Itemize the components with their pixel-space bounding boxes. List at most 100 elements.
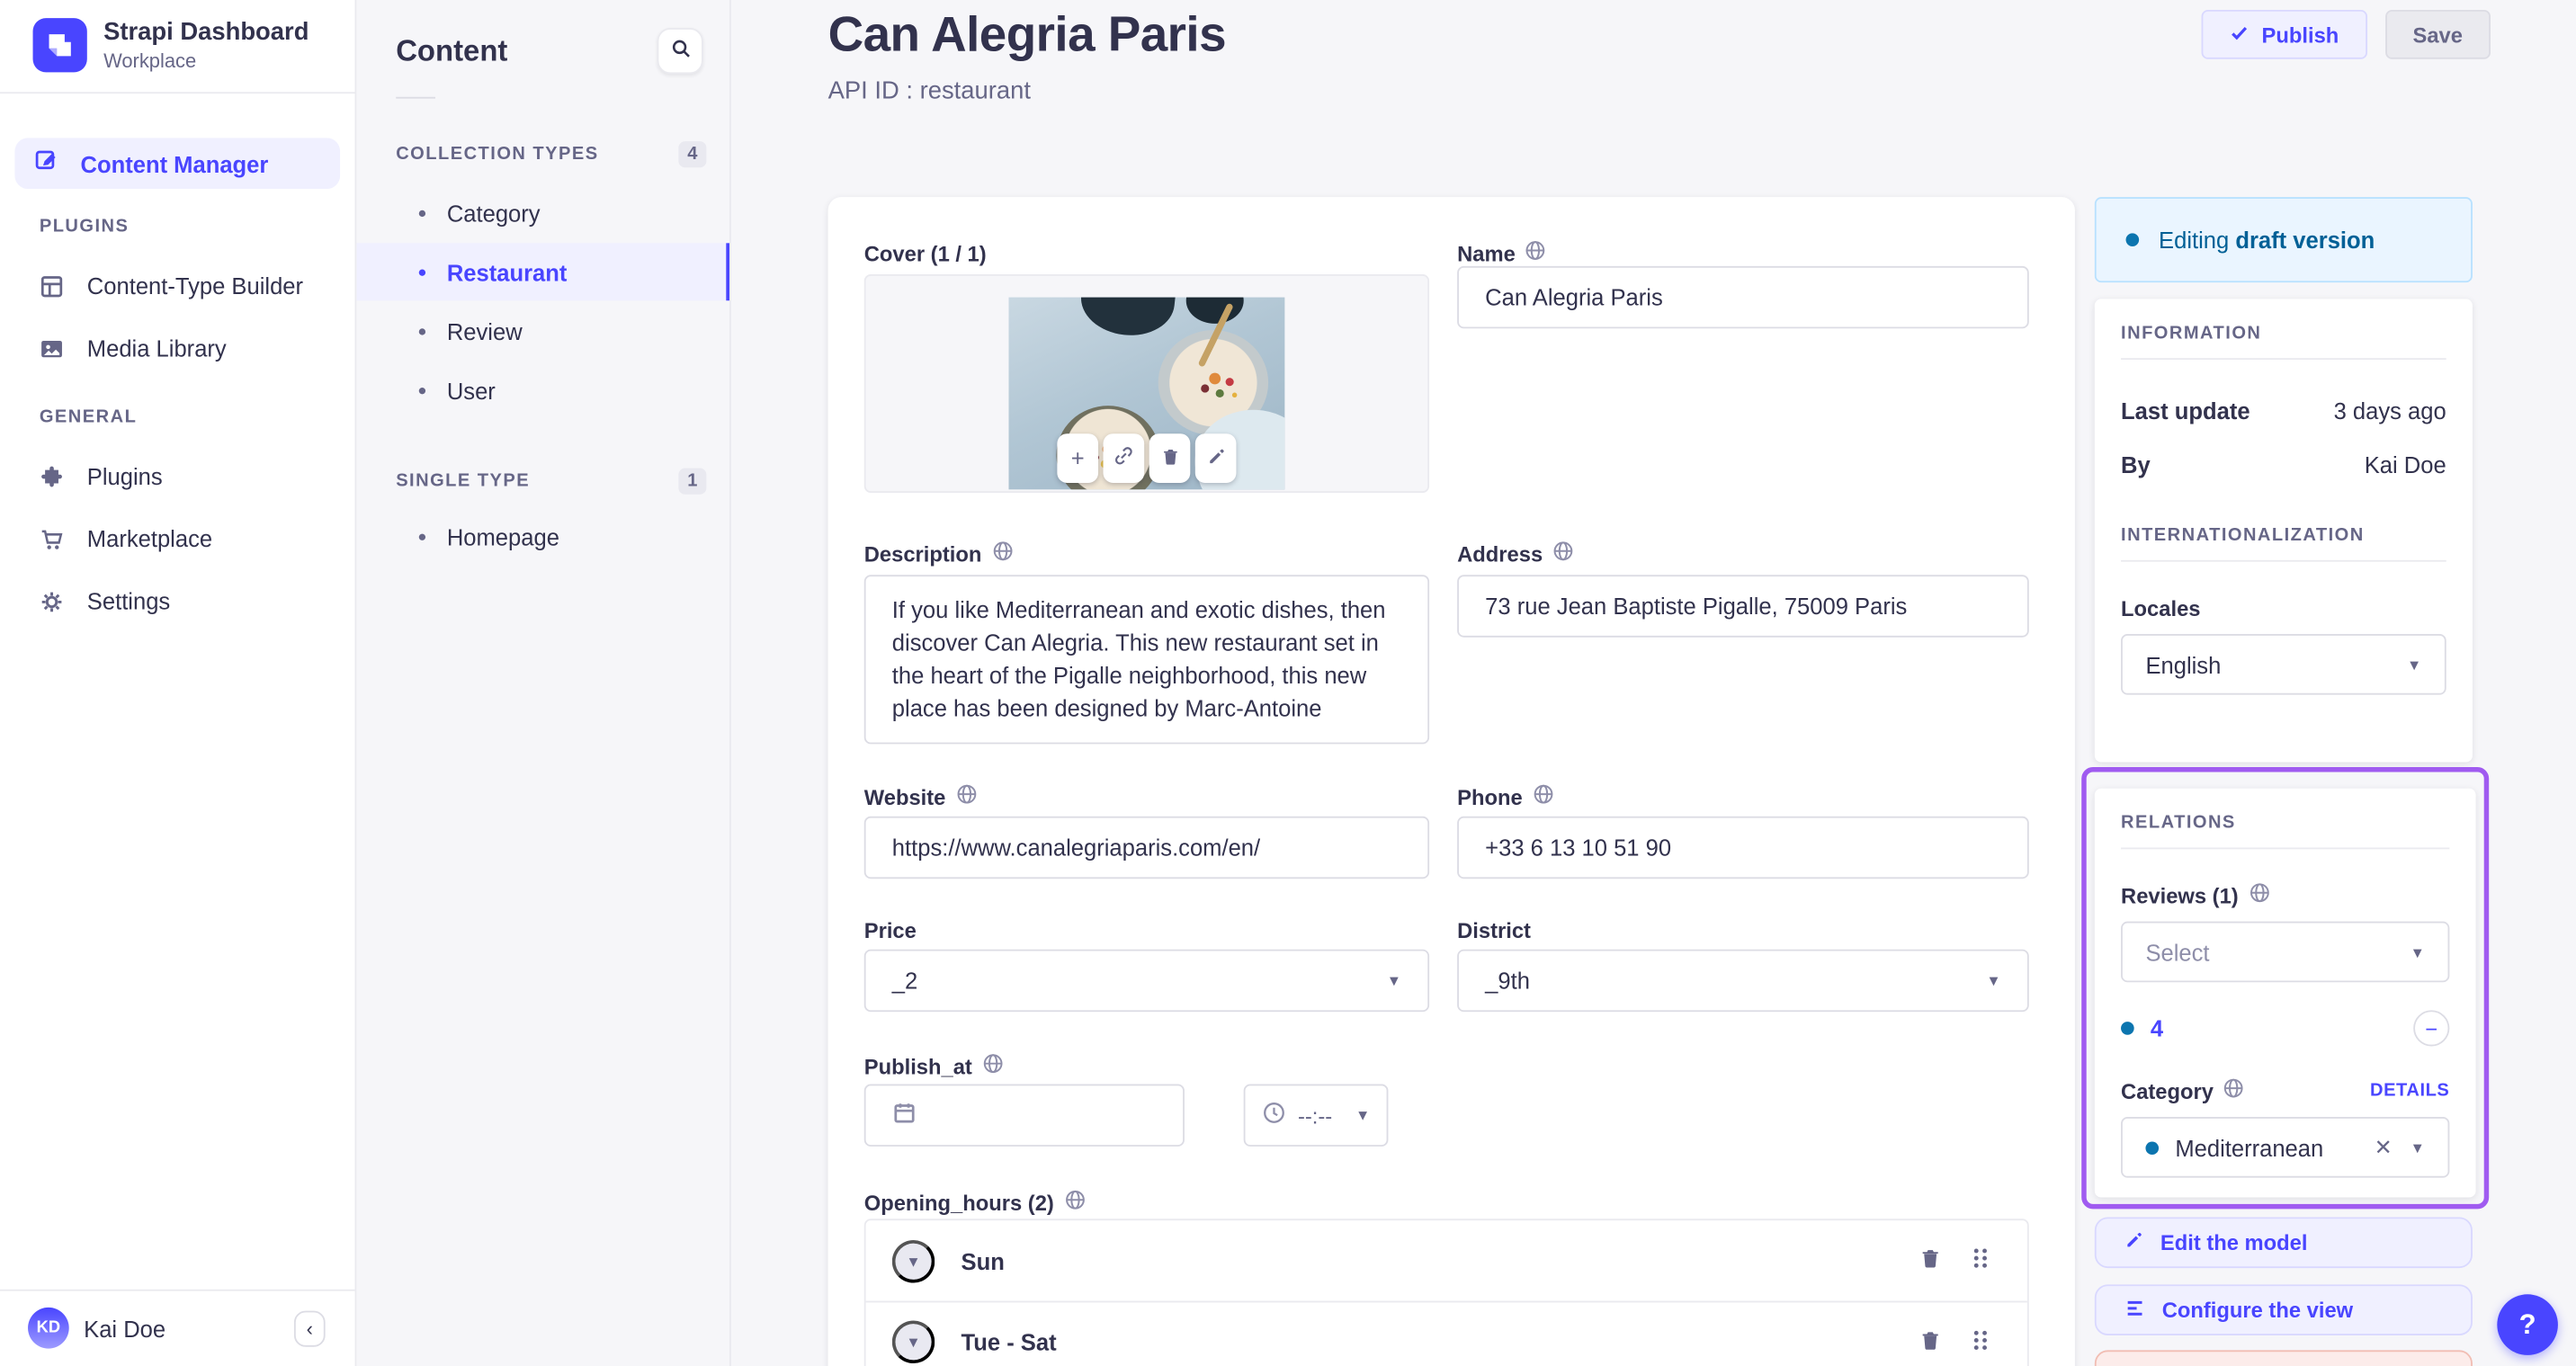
configure-view-button[interactable]: Configure the view [2094,1284,2473,1335]
main-navigation: Strapi Dashboard Workplace Content Manag… [0,0,357,1366]
close-icon[interactable]: ✕ [2375,1134,2393,1160]
subnav-item-homepage[interactable]: Homepage [356,507,729,565]
brand-workspace: Workplace [103,49,197,73]
single-type-label: SINGLE TYPE [396,471,531,492]
relations-title: RELATIONS [2121,813,2236,834]
price-select[interactable]: _2 ▼ [863,949,1430,1013]
save-button[interactable]: Save [2384,9,2491,59]
details-link[interactable]: DETAILS [2370,1081,2449,1101]
district-field-label: District [1457,918,1531,943]
sidebar-item-marketplace[interactable]: Marketplace [38,525,355,552]
website-input[interactable]: https://www.canalegriaparis.com/en/ [863,816,1430,879]
minus-icon: − [2425,1015,2438,1041]
help-button[interactable]: ? [2497,1294,2558,1355]
delete-row-button[interactable] [1919,1328,1942,1356]
globe-icon [982,1053,1004,1079]
sidebar-item-media-library[interactable]: Media Library [38,335,355,362]
publish-at-field-label: Publish_at [864,1053,1004,1079]
subnav-item-user[interactable]: User [356,362,729,419]
opening-hours-row-tue-sat[interactable]: ▼ Tue - Sat [865,1300,2027,1366]
layout-icon [38,273,64,298]
cover-image-detail [1185,297,1244,325]
price-field-label: Price [863,918,917,943]
sidebar-item-plugins[interactable]: Plugins [38,463,355,489]
category-field-label: Category [2121,1077,2245,1103]
puzzle-icon [38,464,64,488]
question-mark-icon: ? [2518,1308,2536,1340]
api-id-subtitle: API ID : restaurant [827,76,1031,105]
bullet-icon [418,268,426,275]
information-title: INFORMATION [2121,323,2262,344]
cover-image-detail [1077,297,1178,341]
publish-date-input[interactable] [863,1084,1185,1147]
divider [2121,358,2446,361]
last-update-row: Last update 3 days ago [2121,397,2446,424]
search-button[interactable] [657,28,703,75]
reviews-select[interactable]: Select ▼ [2121,921,2450,983]
media-icon [38,336,64,361]
phone-input[interactable]: +33 6 13 10 51 90 [1457,816,2029,879]
chevron-down-icon: ▼ [1355,1107,1371,1124]
collapse-sidebar-button[interactable]: ‹ [293,1309,326,1347]
address-input[interactable]: 73 rue Jean Baptiste Pigalle, 75009 Pari… [1457,575,2029,638]
publish-button[interactable]: Publish [2200,9,2367,59]
edit-media-button[interactable] [1194,433,1237,483]
locales-label: Locales [2121,596,2201,621]
delete-media-button[interactable] [1149,433,1191,483]
delete-entry-button[interactable] [2094,1350,2473,1366]
check-icon [2229,22,2249,47]
globe-icon [955,783,977,809]
review-relation-link[interactable]: 4 [2151,1015,2163,1041]
divider [0,92,355,94]
opening-hours-row-sun[interactable]: ▼ Sun [866,1220,2027,1301]
bullet-icon [418,532,426,540]
pencil-icon [2124,1230,2144,1254]
edit-model-button[interactable]: Edit the model [2094,1217,2473,1269]
district-select[interactable]: _9th ▼ [1457,949,2029,1013]
collection-types-label: COLLECTION TYPES [396,144,599,165]
subnav-item-restaurant[interactable]: Restaurant [356,243,729,301]
add-media-button[interactable]: + [1057,433,1099,483]
gear-icon [38,589,64,613]
chevron-down-icon: ▼ [1386,972,1402,989]
subnav-item-category[interactable]: Category [356,184,729,242]
remove-relation-button[interactable]: − [2413,1010,2450,1047]
chevron-down-icon: ▼ [2410,943,2425,960]
drag-handle[interactable] [1970,1328,1991,1356]
expand-row-button[interactable]: ▼ [891,1239,935,1282]
draft-status-banner: Editing draft version [2094,197,2473,283]
cart-icon [38,526,64,550]
relation-dot-icon [2145,1140,2160,1155]
category-select[interactable]: Mediterranean ✕ ▼ [2121,1117,2450,1178]
relations-highlight-outline: RELATIONS Reviews (1) Select ▼ 4 − Categ… [2081,766,2490,1210]
collection-types-count-badge: 4 [678,141,707,168]
single-type-count-badge: 1 [678,468,707,495]
trash-icon [1919,1246,1942,1274]
category-label-row: Category DETAILS [2121,1077,2449,1103]
trash-icon [1160,445,1180,471]
opening-hours-accordion: ▼ Sun ▼ Tue - Sat [863,1219,2029,1366]
sidebar-item-content-manager[interactable]: Content Manager [14,138,341,190]
name-input[interactable]: Can Alegria Paris [1457,265,2029,329]
expand-row-button[interactable]: ▼ [891,1320,935,1364]
copy-link-button[interactable] [1103,433,1145,483]
publish-time-input[interactable]: --:-- ▼ [1243,1084,1389,1147]
locale-select[interactable]: English ▼ [2121,634,2446,695]
sidebar-item-settings[interactable]: Settings [38,588,355,614]
cover-media-carousel[interactable]: + [863,274,1430,493]
search-icon [669,38,691,64]
sidebar-item-content-type-builder[interactable]: Content-Type Builder [38,272,355,299]
reviews-field-label: Reviews (1) [2121,882,2449,908]
globe-icon [1552,540,1574,567]
globe-icon [2223,1077,2245,1103]
divider [2121,847,2450,850]
description-textarea[interactable]: If you like Mediterranean and exotic dis… [863,575,1430,745]
chevron-down-icon: ▼ [906,1334,921,1351]
avatar: KD [28,1308,69,1349]
website-field-label: Website [864,783,977,809]
delete-row-button[interactable] [1919,1246,1942,1274]
subnav-item-review[interactable]: Review [356,302,729,360]
drag-handle[interactable] [1970,1246,1991,1274]
description-field-label: Description [864,540,1013,567]
globe-icon [1525,240,1547,266]
